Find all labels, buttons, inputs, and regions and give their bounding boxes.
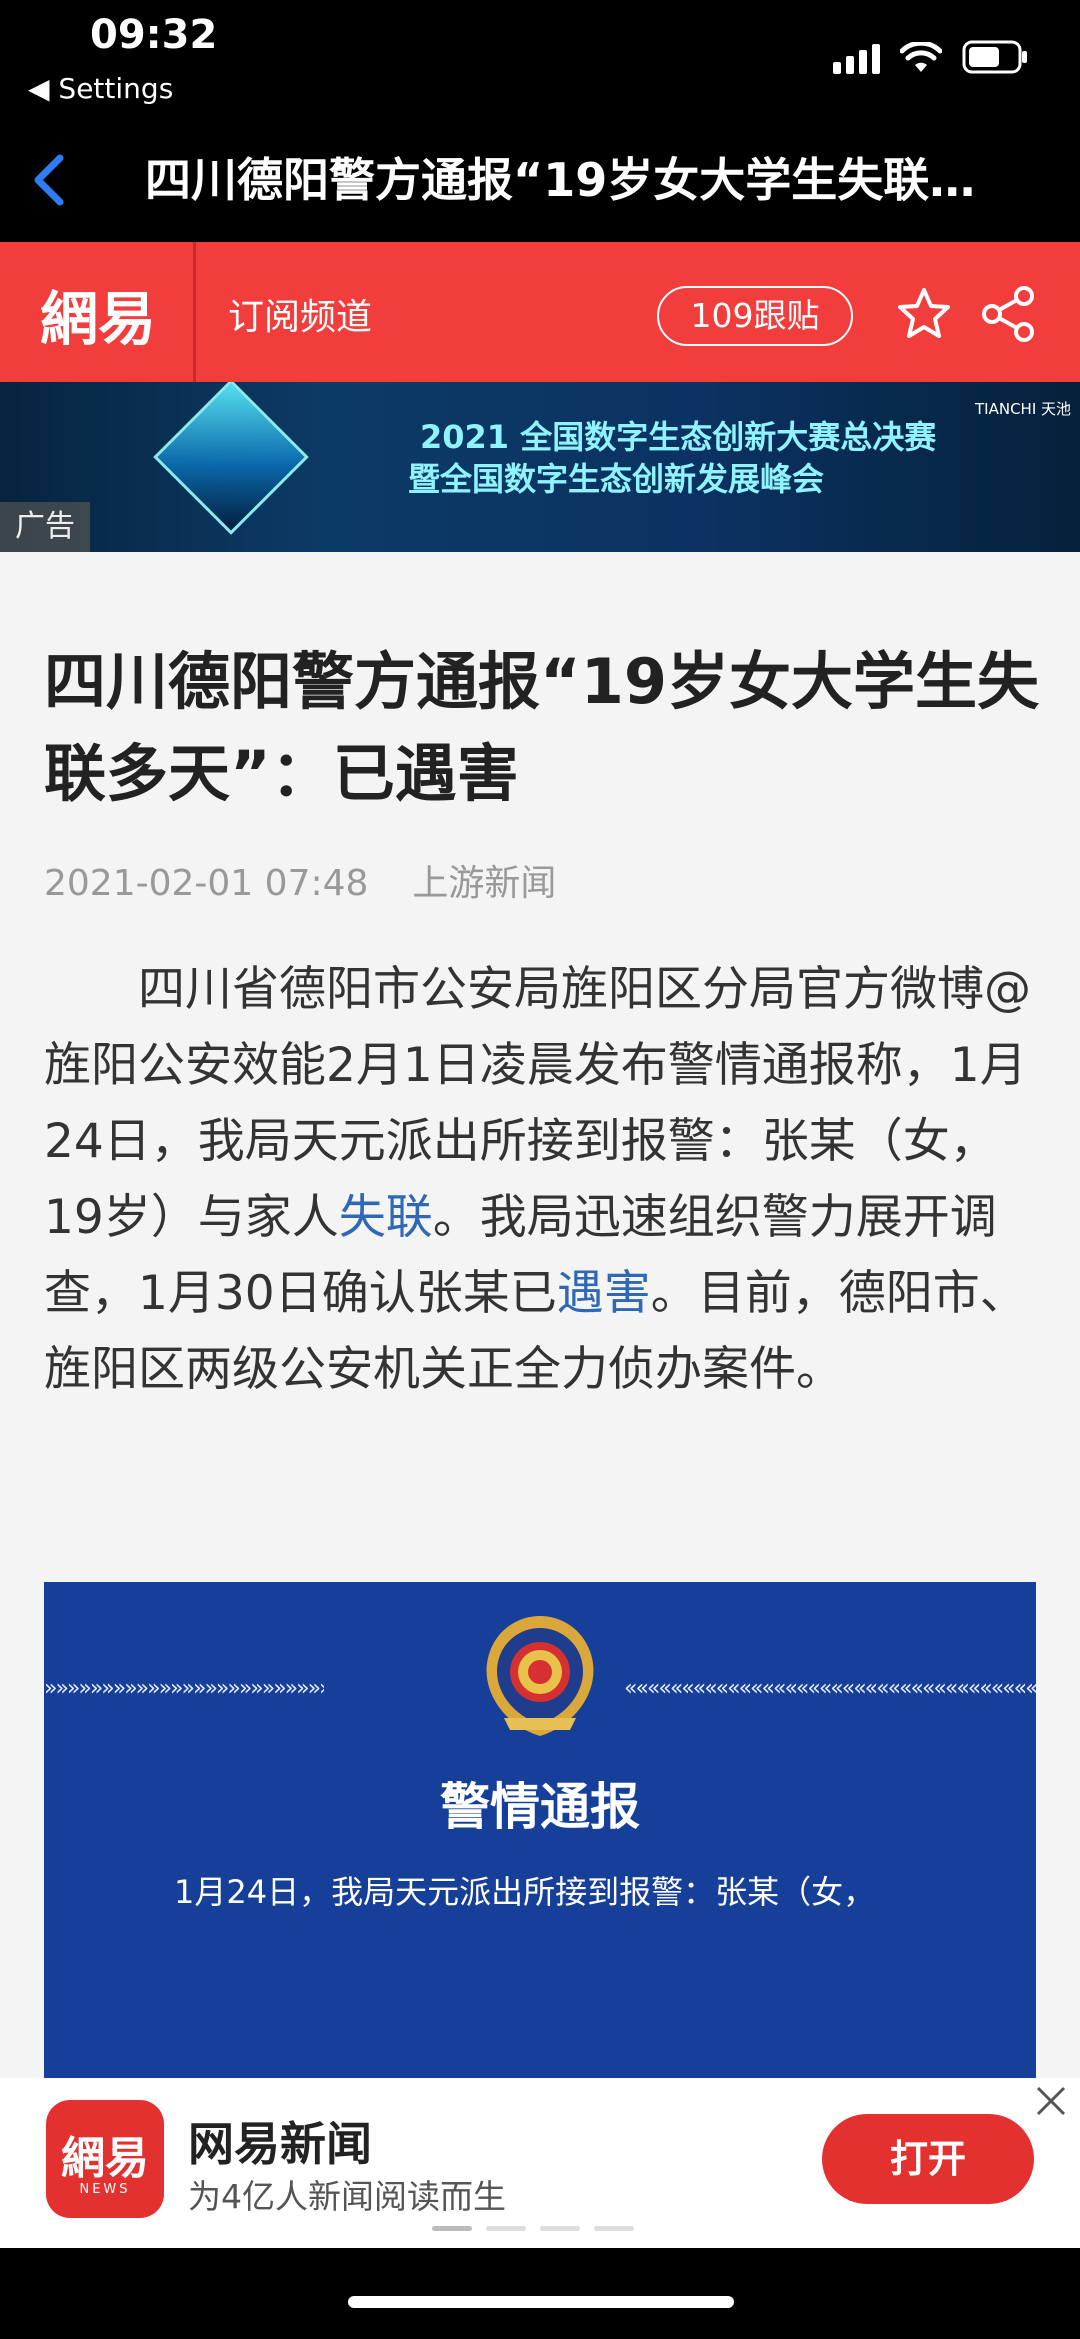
article: 四川德阳警方通报“19岁女大学生失联多天”：已遇害 2021-02-01 07:…	[0, 552, 1080, 2078]
navigation-bar: 四川德阳警方通报“19岁女大学生失联…	[0, 120, 1080, 242]
back-to-settings-link[interactable]: ◀ Settings	[28, 72, 173, 105]
ad-banner[interactable]: 2021 全国数字生态创新大赛总决赛 暨全国数字生态创新发展峰会 TIANCHI…	[0, 382, 1080, 552]
police-badge-icon	[486, 1616, 594, 1736]
carousel-dot	[486, 2226, 526, 2231]
carousel-dot	[540, 2226, 580, 2231]
comments-button[interactable]: 109跟贴	[657, 286, 853, 346]
article-meta: 2021-02-01 07:48 上游新闻	[44, 854, 556, 906]
subscribe-channel-link[interactable]: 订阅频道	[228, 288, 372, 340]
ad-label: 广告	[0, 502, 90, 552]
article-body: 四川省德阳市公安局旌阳区分局官方微博@旌阳公安效能2月1日凌晨发布警情通报称，1…	[44, 952, 1044, 1408]
banner-brand: TIANCHI 天池	[975, 400, 1072, 418]
netease-news-app-icon: 網易 NEWS	[46, 2100, 164, 2218]
open-app-button[interactable]: 打开	[822, 2114, 1034, 2204]
favorite-star-icon[interactable]	[896, 286, 952, 342]
article-source[interactable]: 上游新闻	[412, 863, 556, 904]
app-icon-logo: 網易	[61, 2133, 149, 2184]
carousel-dot	[432, 2226, 472, 2231]
carousel-dots	[432, 2226, 634, 2231]
home-bar-area	[0, 2248, 1080, 2339]
battery-icon	[962, 40, 1027, 74]
cellular-signal-icon	[833, 44, 880, 74]
system-icons	[833, 40, 1028, 74]
banner-subheadline: 暨全国数字生态创新发展峰会	[408, 460, 825, 498]
status-bar: 09:32 ◀ Settings	[0, 0, 1080, 120]
keyword-link-killed[interactable]: 遇害	[557, 1266, 651, 1321]
app-icon-sub: NEWS	[79, 2182, 131, 2197]
netease-logo[interactable]: 網易	[40, 272, 156, 356]
decorative-chevron-left: »»»»»»»»»»»»»»»»»»»»»»»»»»»»	[44, 1682, 324, 1696]
notice-title: 警情通报	[440, 1778, 640, 1836]
banner-headline: 2021 全国数字生态创新大赛总决赛	[420, 418, 937, 456]
notice-text: 1月24日，我局天元派出所接到报警：张某（女，	[174, 1873, 876, 1911]
header-divider	[193, 242, 196, 382]
app-name: 网易新闻	[188, 2117, 372, 2171]
share-icon[interactable]	[978, 284, 1038, 344]
page-title: 四川德阳警方通报“19岁女大学生失联…	[145, 153, 976, 207]
app-download-promo: 網易 NEWS 网易新闻 为4亿人新闻阅读而生 打开	[0, 2078, 1080, 2248]
clock: 09:32	[90, 12, 218, 58]
article-date: 2021-02-01 07:48	[44, 863, 369, 904]
police-notice-image[interactable]: »»»»»»»»»»»»»»»»»»»»»»»»»»»» «««««««««««…	[44, 1582, 1036, 2078]
app-header: 網易 订阅频道 109跟贴	[0, 242, 1080, 382]
carousel-dot	[594, 2226, 634, 2231]
app-slogan: 为4亿人新闻阅读而生	[188, 2177, 506, 2216]
home-indicator[interactable]	[348, 2296, 734, 2308]
back-arrow-icon[interactable]	[22, 150, 82, 210]
keyword-link-missing[interactable]: 失联	[339, 1190, 433, 1245]
close-icon[interactable]	[1034, 2084, 1068, 2118]
article-headline: 四川德阳警方通报“19岁女大学生失联多天”：已遇害	[44, 645, 1040, 810]
banner-cube-graphic	[153, 382, 309, 535]
wifi-icon	[900, 42, 942, 72]
decorative-chevron-right: ««««««««««««««««««««««««««««««««««««««	[624, 1682, 1036, 1696]
